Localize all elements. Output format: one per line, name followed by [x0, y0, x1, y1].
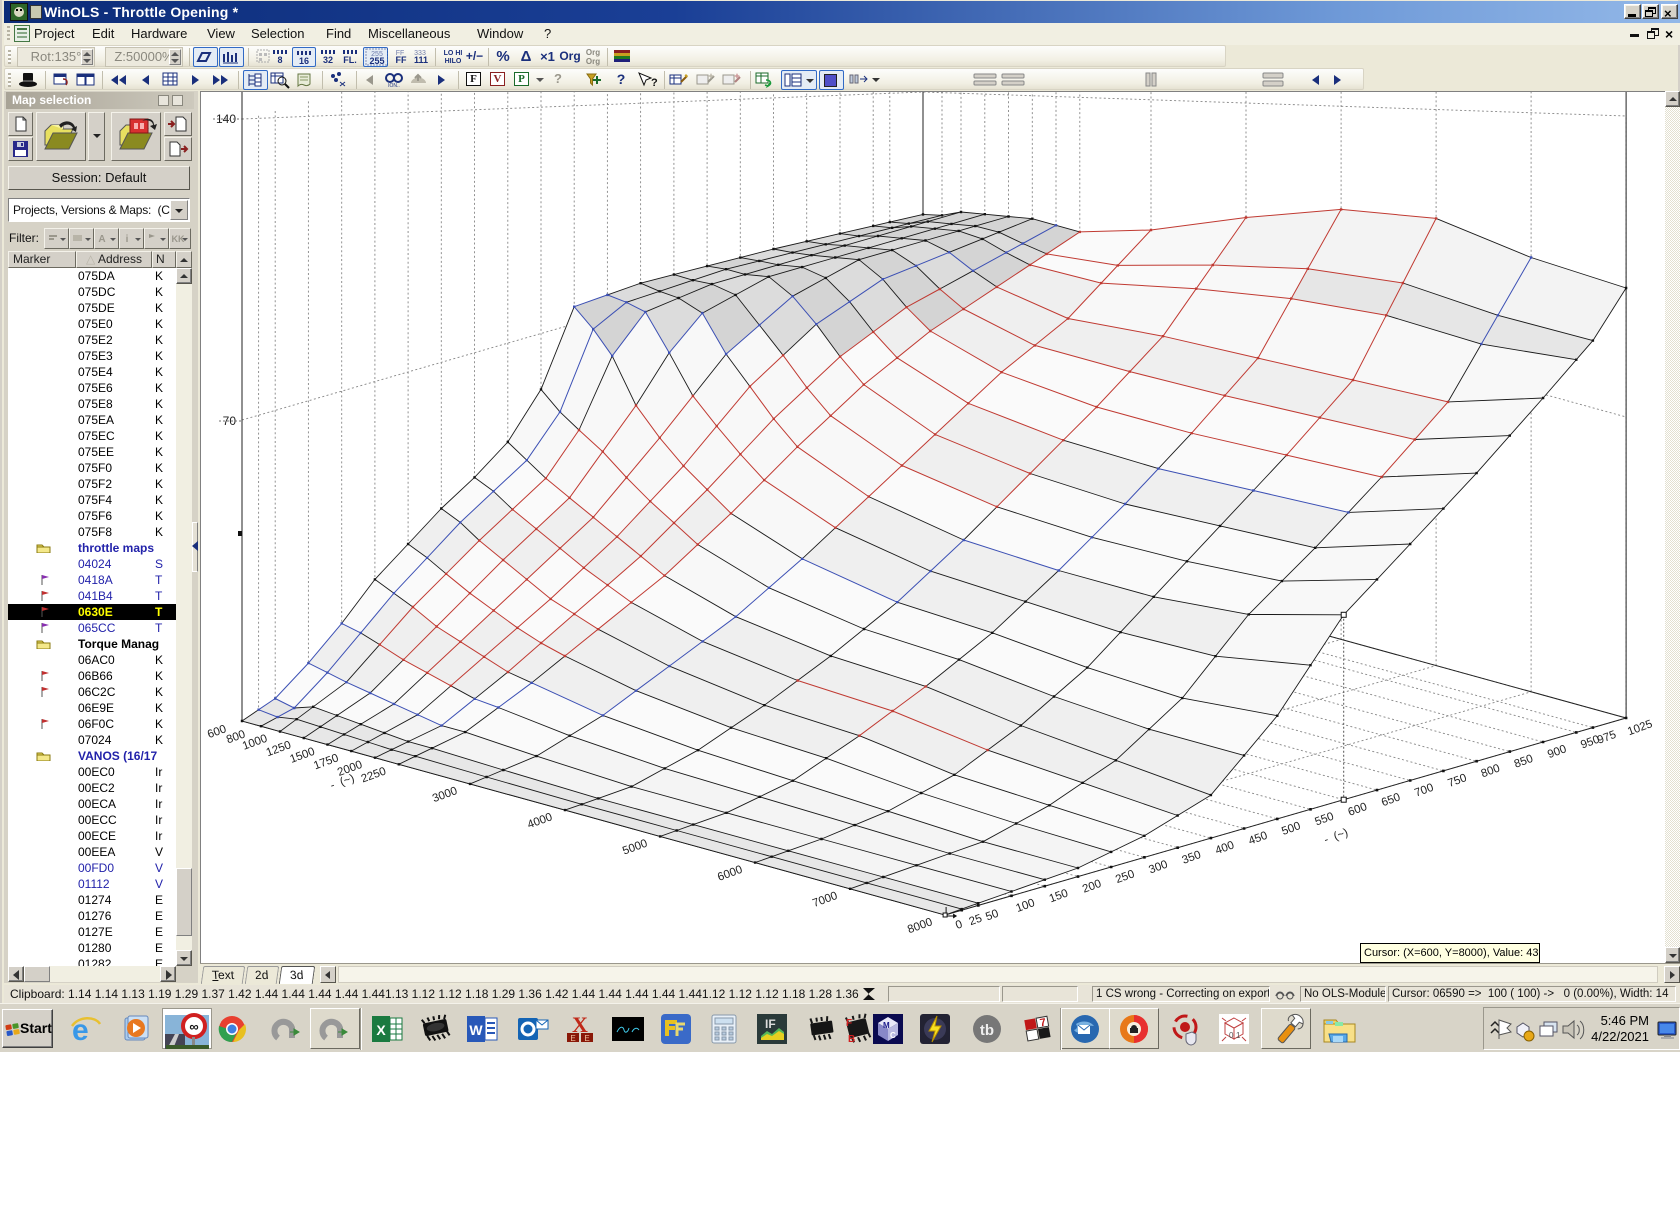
svg-text:ION..: ION..: [388, 83, 400, 89]
svg-text:E: E: [584, 1034, 589, 1043]
svg-text:E: E: [570, 1034, 575, 1043]
svg-text:F: F: [846, 1018, 852, 1029]
svg-text:M: M: [883, 1021, 890, 1030]
svg-text:X: X: [376, 1022, 386, 1038]
svg-text:∞: ∞: [189, 1019, 198, 1034]
svg-text:tb: tb: [980, 1022, 994, 1039]
svg-text:C: C: [890, 1031, 896, 1040]
svg-text:B: B: [848, 1034, 855, 1045]
svg-text:0: 0: [1229, 1031, 1234, 1040]
svg-text:?: ?: [651, 77, 658, 89]
svg-text:32: 32: [323, 55, 333, 65]
svg-text:HILO: HILO: [445, 58, 462, 65]
svg-text:W: W: [469, 1022, 483, 1038]
svg-text:IF: IF: [765, 1017, 776, 1031]
svg-text:A: A: [98, 234, 105, 245]
svg-text:8: 8: [277, 55, 282, 65]
svg-text:i: i: [126, 234, 129, 245]
svg-text:16: 16: [299, 56, 309, 66]
svg-text:111: 111: [414, 55, 428, 65]
svg-text:LO HI: LO HI: [444, 50, 463, 57]
svg-text:FF: FF: [396, 55, 407, 65]
svg-text:FL.: FL.: [343, 55, 357, 65]
svg-text:1: 1: [1236, 1031, 1241, 1040]
